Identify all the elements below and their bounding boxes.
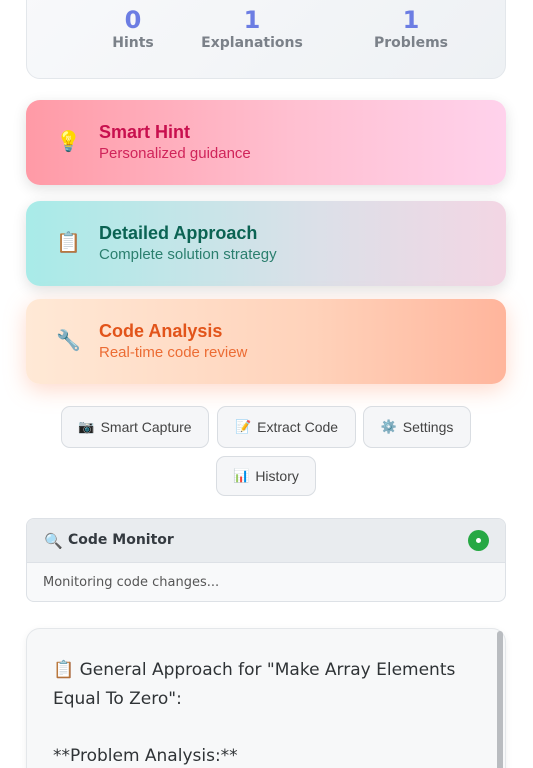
code-monitor-title: Code Monitor (68, 532, 174, 548)
smart-capture-label: Smart Capture (100, 419, 192, 435)
detailed-approach-card[interactable]: 📋 Detailed Approach Complete solution st… (26, 201, 506, 286)
detailed-approach-subtitle: Complete solution strategy (99, 246, 277, 263)
stat-problems-label: Problems (373, 35, 449, 51)
magnifier-icon: 🔍 (44, 533, 63, 550)
code-monitor-panel: 🔍 Code Monitor Monitoring code changes..… (26, 518, 506, 602)
extract-code-button[interactable]: 📝 Extract Code (217, 406, 356, 448)
stat-problems: 1 Problems (341, 5, 481, 53)
stat-explanations-label: Explanations (201, 35, 303, 51)
output-scrollbar[interactable] (497, 631, 503, 768)
gear-icon: ⚙️ (380, 419, 397, 434)
settings-label: Settings (402, 419, 454, 435)
smart-hint-subtitle: Personalized guidance (99, 145, 251, 162)
extract-code-label: Extract Code (257, 419, 339, 435)
lightbulb-icon: 💡 (56, 131, 81, 153)
code-analysis-subtitle: Real-time code review (99, 344, 248, 361)
stat-problems-value: 1 (402, 6, 420, 34)
history-label: History (255, 468, 299, 484)
wrench-icon: 🔧 (56, 330, 81, 352)
monitor-status-text: Monitoring code changes... (43, 575, 220, 590)
detailed-approach-title: Detailed Approach (99, 223, 258, 243)
code-monitor-header: 🔍 Code Monitor (27, 519, 505, 563)
smart-hint-card[interactable]: 💡 Smart Hint Personalized guidance (26, 100, 506, 185)
history-button[interactable]: 📊 History (216, 456, 316, 496)
stats-panel: 0 Hints 1 Explanations 1 Problems (26, 0, 506, 79)
bar-chart-icon: 📊 (233, 468, 250, 483)
code-analysis-title: Code Analysis (99, 321, 223, 341)
output-line: **Problem Analysis:** (53, 746, 238, 766)
stat-explanations: 1 Explanations (182, 5, 322, 53)
settings-button[interactable]: ⚙️ Settings (363, 406, 471, 448)
stat-explanations-value: 1 (243, 6, 261, 34)
smart-hint-title: Smart Hint (99, 122, 191, 142)
smart-capture-button[interactable]: 📷 Smart Capture (61, 406, 209, 448)
output-line: Equal To Zero": (53, 689, 182, 709)
output-line: 📋 General Approach for "Make Array Eleme… (53, 660, 456, 680)
camera-icon: 📷 (78, 419, 95, 434)
memo-icon: 📝 (234, 419, 252, 434)
clipboard-icon: 📋 (56, 232, 81, 254)
approach-output-panel[interactable]: 📋 General Approach for "Make Array Eleme… (26, 628, 506, 768)
code-analysis-card[interactable]: 🔧 Code Analysis Real-time code review (26, 299, 506, 384)
monitor-status-indicator-icon (468, 530, 489, 551)
